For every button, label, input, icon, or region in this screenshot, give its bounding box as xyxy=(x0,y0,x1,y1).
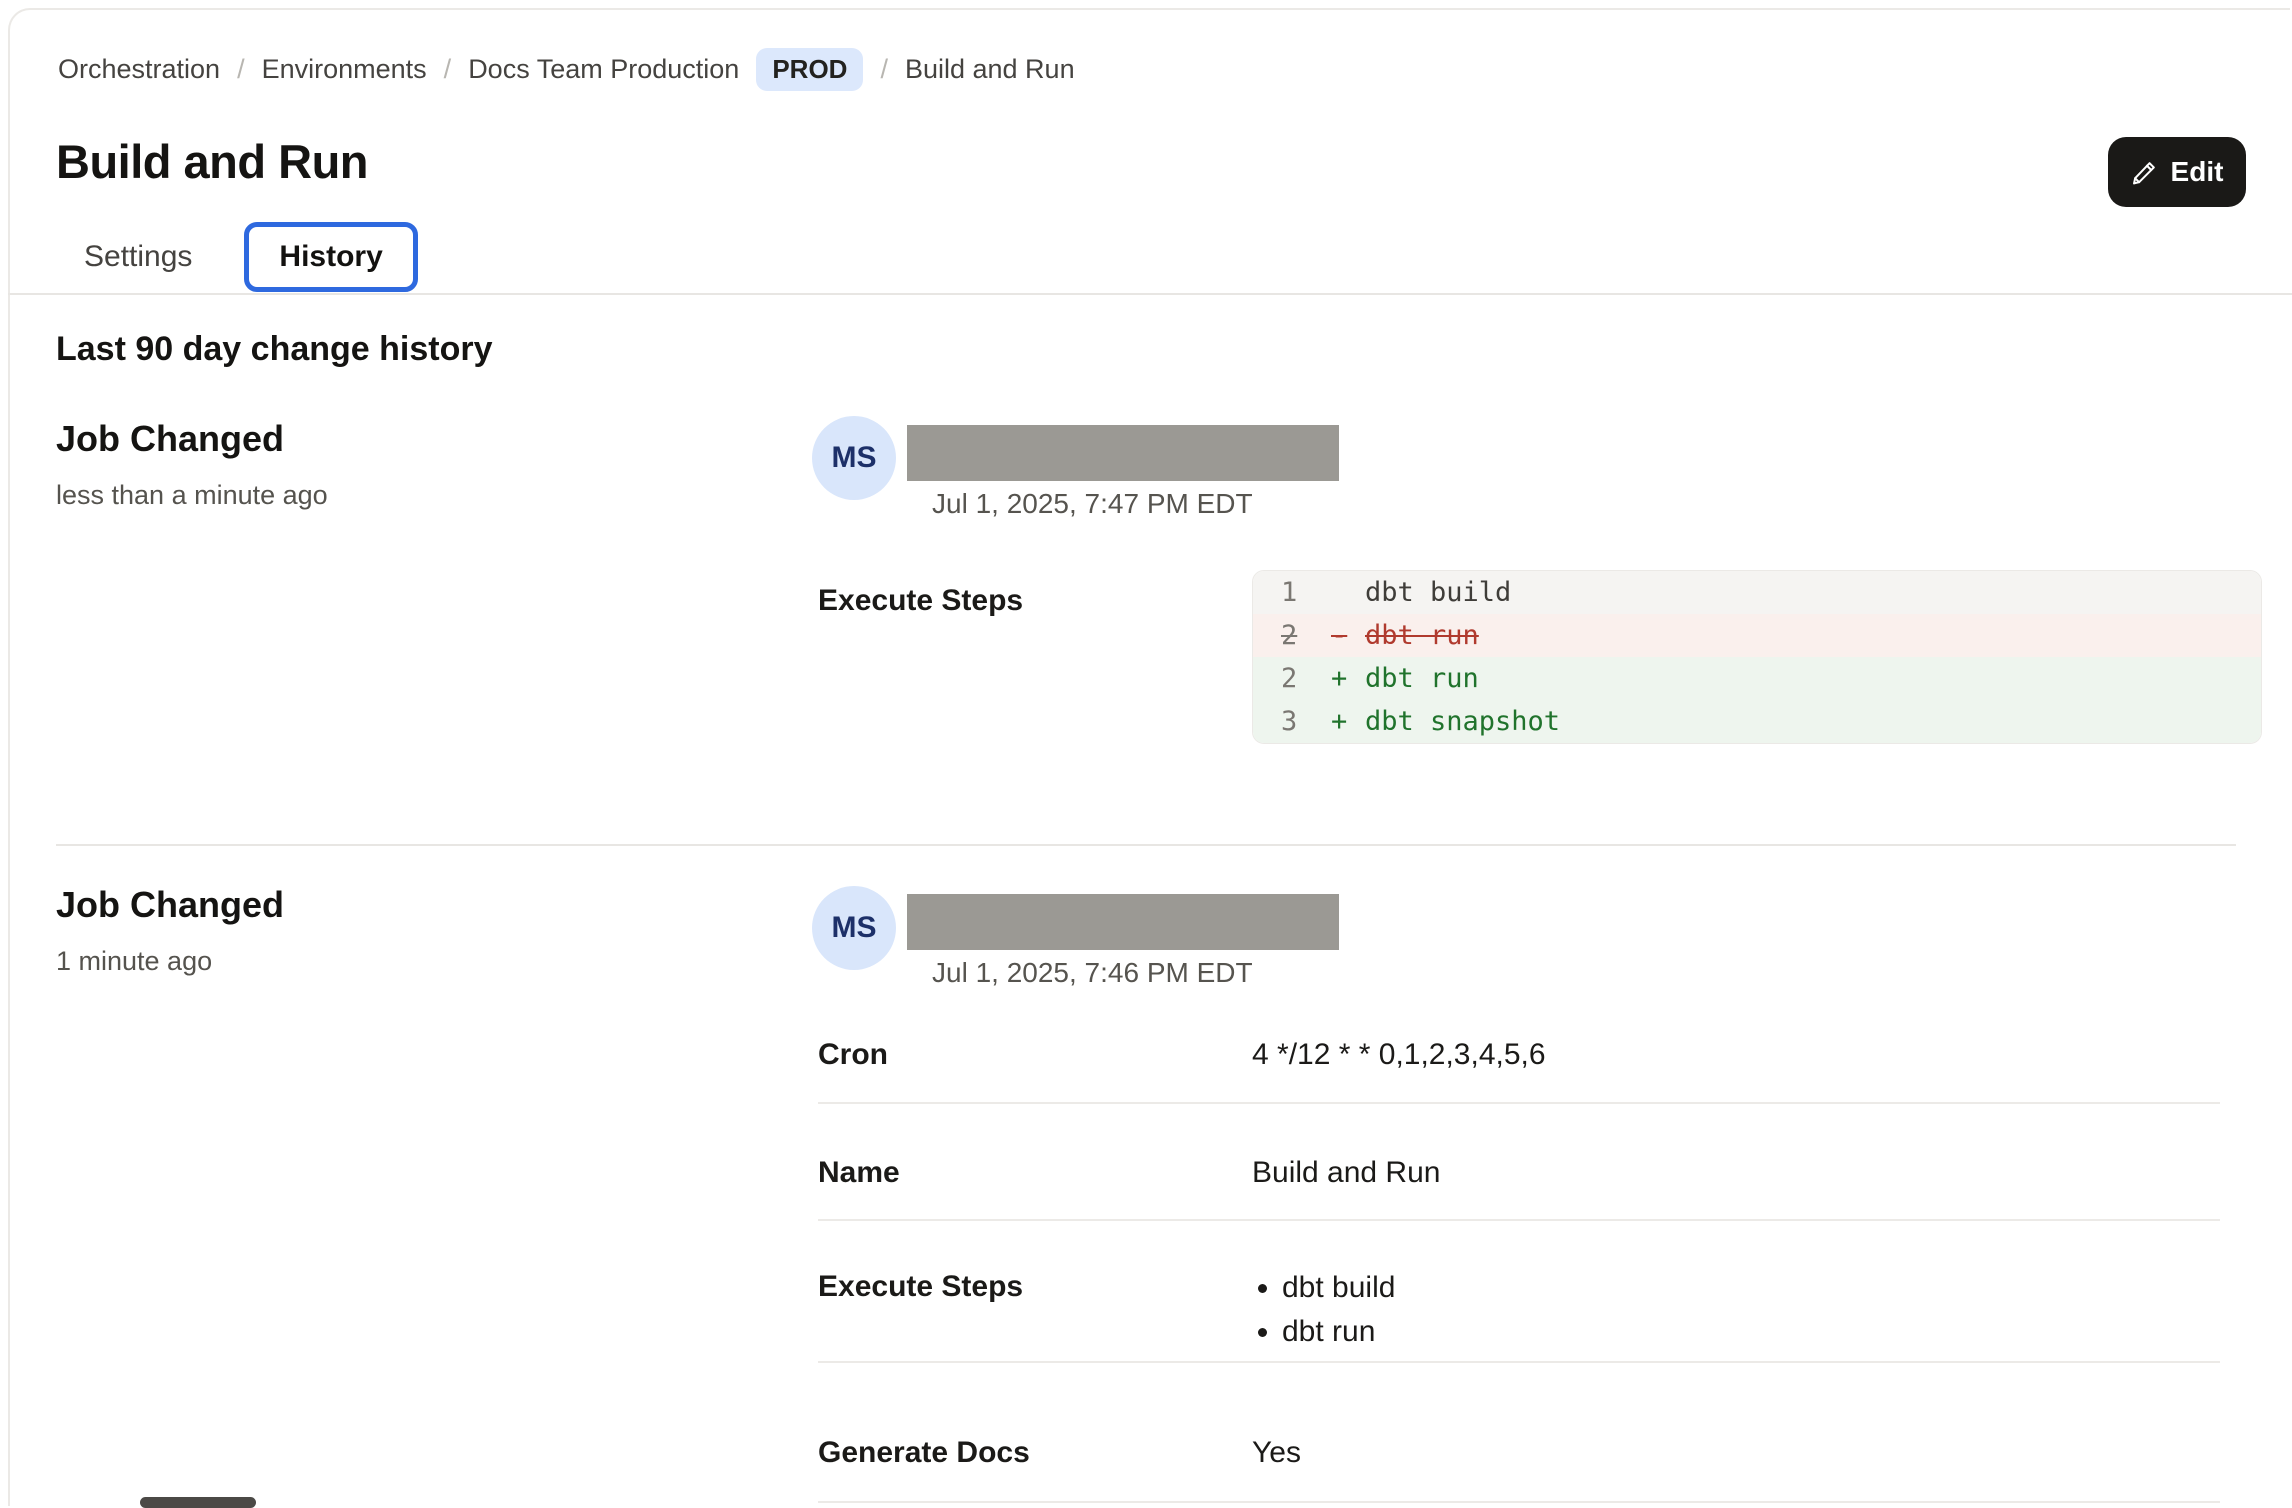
execute-steps-list: dbt build dbt run xyxy=(1262,1266,1395,1354)
page: Orchestration / Environments / Docs Team… xyxy=(0,0,2292,1508)
env-badge-prod[interactable]: PROD xyxy=(756,48,863,91)
horizontal-scrollbar-thumb[interactable] xyxy=(140,1497,256,1508)
event-title: Job Changed xyxy=(56,418,284,460)
field-value-cron: 4 */12 * * 0,1,2,3,4,5,6 xyxy=(1252,1038,1546,1072)
execute-steps-diff: 1 dbt build 2 - dbt run 2 + dbt run 3 + … xyxy=(1252,570,2262,744)
execute-step-item: dbt run xyxy=(1282,1310,1395,1354)
event-timestamp: Jul 1, 2025, 7:46 PM EDT xyxy=(932,957,1253,989)
field-label-execute-steps: Execute Steps xyxy=(818,1270,1023,1304)
diff-marker: + xyxy=(1331,706,1365,737)
breadcrumb-orchestration[interactable]: Orchestration xyxy=(58,54,220,85)
diff-line-number: 3 xyxy=(1281,706,1331,737)
diff-text: dbt run xyxy=(1365,620,1479,651)
field-label-generate-docs: Generate Docs xyxy=(818,1436,1030,1470)
page-title: Build and Run xyxy=(56,134,368,189)
breadcrumb-separator: / xyxy=(880,54,888,85)
diff-marker: + xyxy=(1331,663,1365,694)
diff-line-removed: 2 - dbt run xyxy=(1253,614,2261,657)
section-title: Last 90 day change history xyxy=(56,330,493,369)
field-label-cron: Cron xyxy=(818,1038,888,1072)
diff-line-number: 2 xyxy=(1281,663,1331,694)
diff-marker: - xyxy=(1331,620,1365,651)
edit-button-label: Edit xyxy=(2171,156,2224,188)
field-label-name: Name xyxy=(818,1156,900,1190)
breadcrumb-current-page: Build and Run xyxy=(905,54,1075,85)
diff-line-number: 1 xyxy=(1281,577,1331,608)
diff-line-unchanged: 1 dbt build xyxy=(1253,571,2261,614)
event-relative-time: 1 minute ago xyxy=(56,946,212,977)
avatar: MS xyxy=(812,416,896,500)
pencil-icon xyxy=(2131,159,2158,186)
field-value-generate-docs: Yes xyxy=(1252,1436,1301,1470)
diff-text: dbt snapshot xyxy=(1365,706,1560,737)
breadcrumb: Orchestration / Environments / Docs Team… xyxy=(58,44,1075,94)
redacted-user-name xyxy=(907,894,1339,950)
breadcrumb-environment-name[interactable]: Docs Team Production xyxy=(468,54,739,85)
diff-line-added: 2 + dbt run xyxy=(1253,657,2261,700)
entry-divider xyxy=(56,844,2236,846)
change-field-label: Execute Steps xyxy=(818,584,1023,618)
tab-settings[interactable]: Settings xyxy=(56,223,220,291)
diff-text: dbt build xyxy=(1365,577,1511,608)
tabs-divider xyxy=(8,293,2292,295)
breadcrumb-environments[interactable]: Environments xyxy=(262,54,427,85)
diff-line-added: 3 + dbt snapshot xyxy=(1253,700,2261,743)
edit-button[interactable]: Edit xyxy=(2108,137,2246,207)
execute-step-item: dbt build xyxy=(1282,1266,1395,1310)
field-value-name: Build and Run xyxy=(1252,1156,1440,1190)
tab-history[interactable]: History xyxy=(244,222,417,292)
event-timestamp: Jul 1, 2025, 7:47 PM EDT xyxy=(932,488,1253,520)
breadcrumb-separator: / xyxy=(237,54,245,85)
row-divider xyxy=(818,1361,2220,1363)
row-divider xyxy=(818,1102,2220,1104)
row-divider xyxy=(818,1219,2220,1221)
redacted-user-name xyxy=(907,425,1339,481)
avatar: MS xyxy=(812,886,896,970)
breadcrumb-separator: / xyxy=(444,54,452,85)
event-relative-time: less than a minute ago xyxy=(56,480,328,511)
event-title: Job Changed xyxy=(56,884,284,926)
diff-text: dbt run xyxy=(1365,663,1479,694)
diff-line-number: 2 xyxy=(1281,620,1331,651)
tab-bar: Settings History xyxy=(56,222,418,292)
row-divider xyxy=(818,1501,2220,1503)
